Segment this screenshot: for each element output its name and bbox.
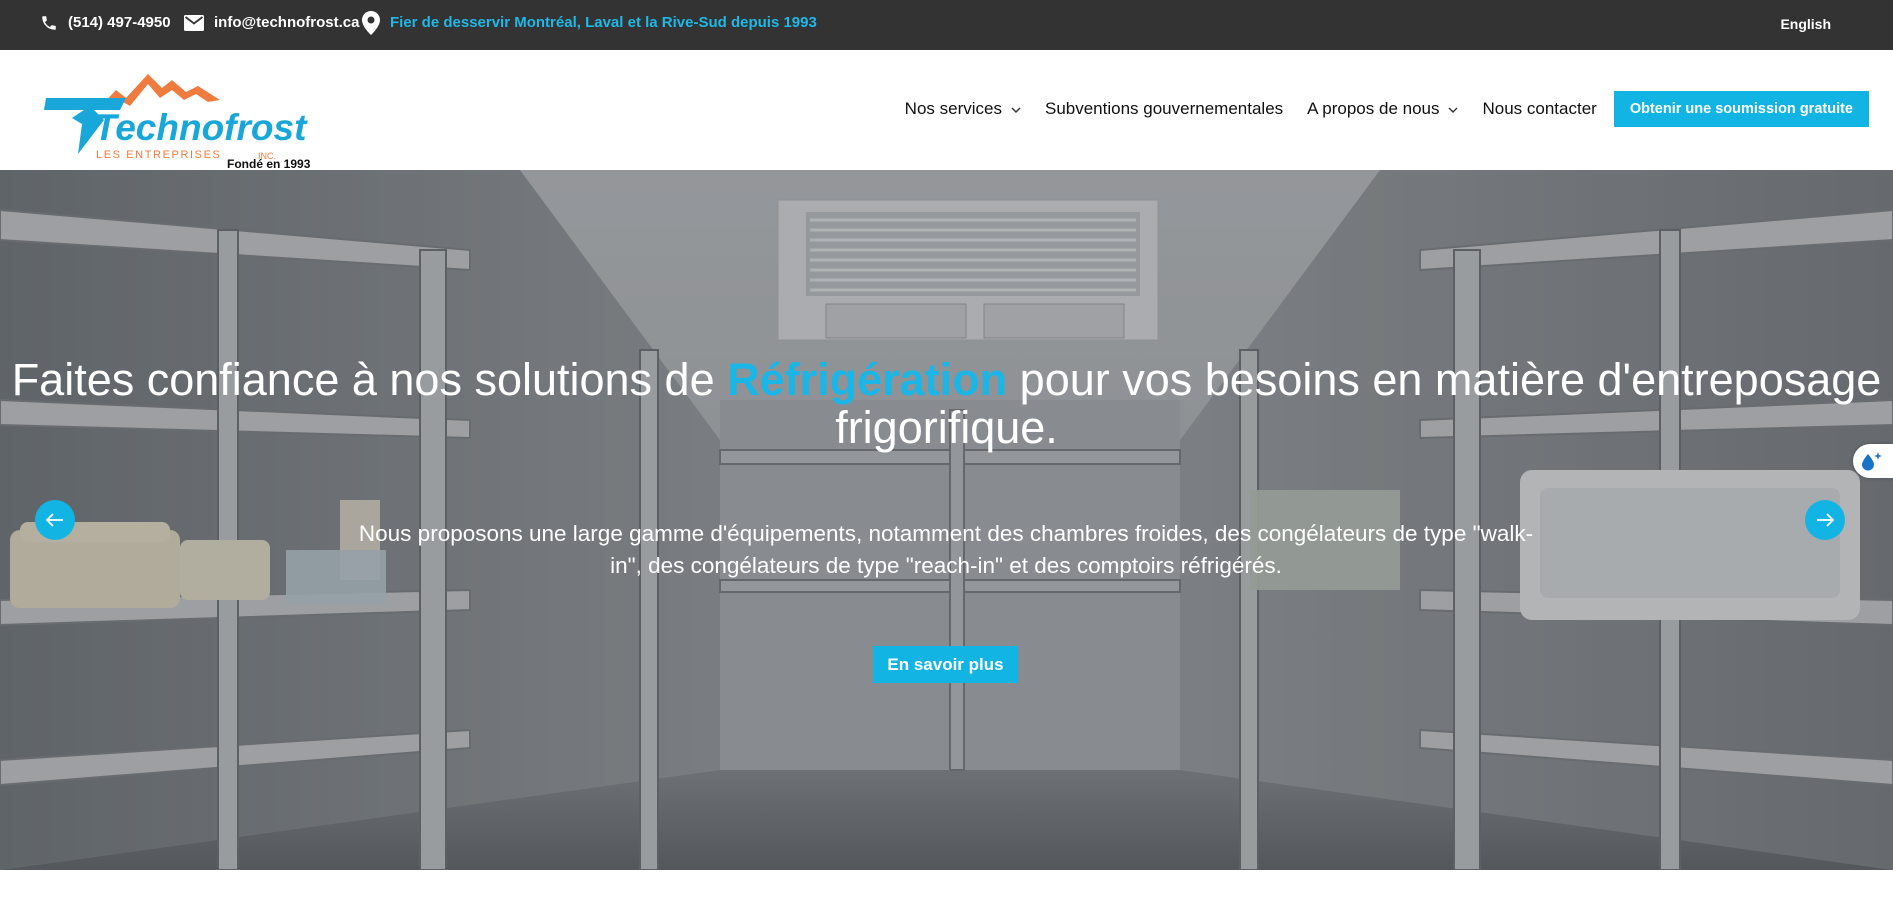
nav-item-label: A propos de nous	[1307, 99, 1440, 118]
accessibility-widget-button[interactable]	[1853, 444, 1893, 478]
logo-founded: Fondé en 1993	[227, 157, 311, 168]
location-pin-icon	[362, 10, 380, 35]
top-bar: (514) 497-4950 info@technofrost.ca Fier …	[0, 0, 1893, 50]
slider-prev-button[interactable]	[35, 500, 75, 540]
nav-item-label: Nos services	[904, 99, 1002, 118]
technofrost-logo[interactable]: Technofrost LES ENTREPRISES INC. Fondé e…	[44, 62, 320, 168]
phone-number[interactable]: (514) 497-4950	[68, 14, 171, 31]
arrow-left-icon	[46, 513, 63, 527]
phone-contact[interactable]: (514) 497-4950	[40, 0, 171, 45]
language-switch[interactable]: English	[1780, 0, 1831, 47]
arrow-right-icon	[1817, 513, 1834, 527]
phone-icon	[40, 14, 58, 32]
email-address[interactable]: info@technofrost.ca	[214, 14, 359, 31]
hero-slider: Faites confiance à nos solutions de Réfr…	[0, 170, 1893, 870]
hero-title-before: Faites confiance à nos solutions de	[11, 354, 728, 405]
nav-item-label: Nous contacter	[1482, 99, 1597, 118]
nav-item-label: Subventions gouvernementales	[1044, 99, 1284, 118]
service-area: Fier de desservir Montréal, Laval et la …	[362, 0, 817, 45]
mail-icon	[184, 14, 204, 31]
hero-subtitle: Nous proposons une large gamme d'équipem…	[358, 521, 1534, 578]
chevron-down-icon	[1448, 107, 1458, 113]
email-contact[interactable]: info@technofrost.ca	[184, 0, 359, 45]
nav-item-contact[interactable]: Nous contacter	[1482, 99, 1596, 119]
hero-title: Faites confiance à nos solutions de Réfr…	[0, 356, 1893, 452]
nav-item-about[interactable]: A propos de nous	[1307, 99, 1458, 119]
slider-next-button[interactable]	[1805, 500, 1845, 540]
logo-wordmark: Technofrost	[94, 107, 308, 148]
service-area-tagline: Fier de desservir Montréal, Laval et la …	[390, 14, 817, 31]
learn-more-button[interactable]: En savoir plus	[873, 646, 1018, 683]
logo-subtitle: LES ENTREPRISES	[96, 149, 221, 161]
main-navigation: Nos services Subventions gouvernementale…	[905, 91, 1869, 127]
free-quote-button[interactable]: Obtenir une soumission gratuite	[1613, 91, 1869, 127]
nav-item-services[interactable]: Nos services	[905, 99, 1021, 119]
site-header: Technofrost LES ENTREPRISES INC. Fondé e…	[0, 50, 1893, 170]
chevron-down-icon	[1011, 107, 1021, 113]
accessibility-droplet-icon	[1862, 452, 1882, 471]
nav-item-subsidies[interactable]: Subventions gouvernementales	[1045, 99, 1283, 119]
hero-title-highlight: Réfrigération	[727, 354, 1008, 405]
